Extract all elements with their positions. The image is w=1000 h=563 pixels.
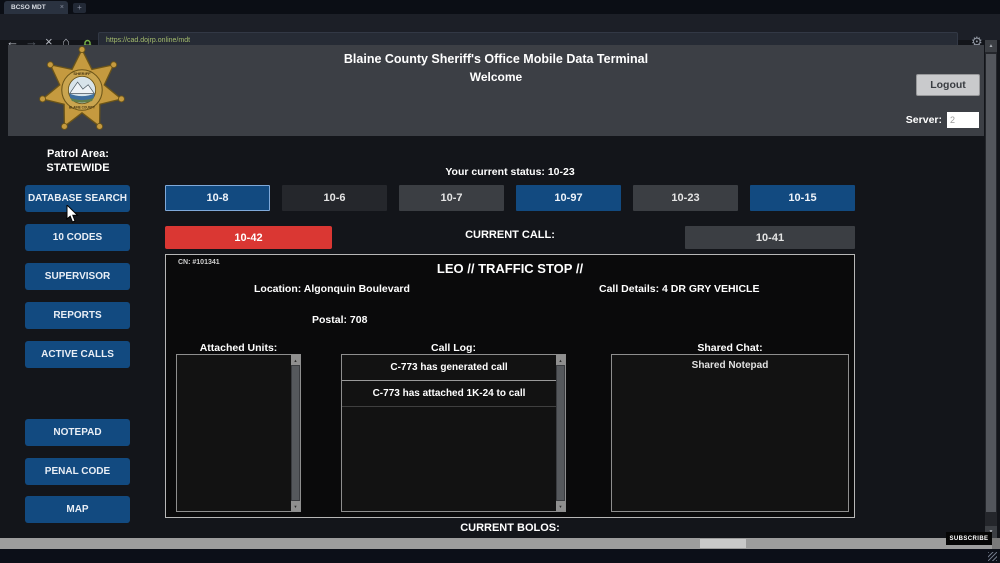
welcome-text: Welcome bbox=[469, 70, 523, 84]
call-log-entry: C-773 has generated call bbox=[342, 355, 556, 381]
subscribe-watermark: SUBSCRIBE bbox=[946, 532, 992, 545]
browser-nav-bar: ← → × ⌂ https://cad.dojrp.online/mdt ⚙ bbox=[0, 14, 1000, 51]
scroll-down-icon[interactable]: ▼ bbox=[291, 501, 300, 511]
shared-chat-text: Shared Notepad bbox=[691, 360, 769, 371]
vertical-scrollbar-thumb[interactable] bbox=[986, 54, 996, 512]
call-log-list[interactable]: C-773 has generated call C-773 has attac… bbox=[341, 354, 566, 512]
scroll-up-icon[interactable]: ▲ bbox=[291, 355, 300, 365]
svg-text:BLAINE COUNTY: BLAINE COUNTY bbox=[69, 105, 96, 109]
call-location: Location: Algonquin Boulevard bbox=[254, 283, 410, 295]
status-button-10-23[interactable]: 10-23 bbox=[633, 185, 738, 211]
current-call-panel: CN: #101341 LEO // TRAFFIC STOP // Locat… bbox=[165, 254, 855, 518]
page-title: Blaine County Sheriff's Office Mobile Da… bbox=[343, 52, 649, 66]
status-button-10-15[interactable]: 10-15 bbox=[750, 185, 855, 211]
mdt-header: SHERIFF BLAINE COUNTY Blaine County Sher… bbox=[8, 45, 984, 136]
current-bolos-label: CURRENT BOLOS: bbox=[460, 522, 560, 534]
sidebar-button-10-codes[interactable]: 10 CODES bbox=[25, 224, 130, 251]
call-title: LEO // TRAFFIC STOP // bbox=[436, 261, 584, 276]
sidebar-button-notepad[interactable]: NOTEPAD bbox=[25, 419, 130, 446]
horizontal-scrollbar-thumb[interactable] bbox=[700, 539, 746, 548]
logout-button[interactable]: Logout bbox=[916, 74, 980, 96]
tab-title: BCSO MDT bbox=[11, 4, 46, 11]
vertical-scrollbar[interactable]: ▲ ▼ bbox=[985, 40, 997, 538]
scrollbar-thumb[interactable] bbox=[557, 366, 564, 500]
sidebar-button-active-calls[interactable]: ACTIVE CALLS bbox=[25, 341, 130, 368]
current-status-text: Your current status: 10-23 bbox=[445, 166, 575, 178]
resize-grip-icon[interactable] bbox=[988, 552, 997, 561]
sidebar-button-reports[interactable]: REPORTS bbox=[25, 302, 130, 329]
shared-chat-label: Shared Chat: bbox=[697, 342, 763, 354]
status-button-10-41[interactable]: 10-41 bbox=[685, 226, 855, 249]
status-button-10-8[interactable]: 10-8 bbox=[165, 185, 270, 211]
patrol-area-label: Patrol Area: bbox=[47, 148, 109, 160]
call-postal: Postal: 708 bbox=[312, 314, 368, 326]
scrollbar-corner bbox=[992, 538, 1000, 549]
sidebar-button-supervisor[interactable]: SUPERVISOR bbox=[25, 263, 130, 290]
attached-units-list[interactable]: ▲ ▼ bbox=[176, 354, 301, 512]
screen: BCSO MDT × + ← → × ⌂ https://cad.dojrp.o… bbox=[0, 0, 1000, 563]
patrol-area-value: STATEWIDE bbox=[46, 162, 110, 174]
status-button-10-42[interactable]: 10-42 bbox=[165, 226, 332, 249]
shared-chat-box[interactable]: Shared Notepad bbox=[611, 354, 849, 512]
status-button-row: 10-8 10-6 10-7 10-97 10-23 10-15 bbox=[165, 185, 855, 211]
attached-units-scrollbar[interactable]: ▲ ▼ bbox=[291, 355, 300, 511]
sidebar-button-map[interactable]: MAP bbox=[25, 496, 130, 523]
browser-tab-bar: BCSO MDT × + bbox=[0, 0, 1000, 14]
horizontal-scrollbar[interactable] bbox=[0, 538, 1000, 549]
status-button-10-6[interactable]: 10-6 bbox=[282, 185, 387, 211]
tab-close-icon[interactable]: × bbox=[60, 4, 64, 11]
call-details: Call Details: 4 DR GRY VEHICLE bbox=[599, 283, 760, 295]
scroll-down-icon[interactable]: ▼ bbox=[556, 501, 565, 511]
sidebar-button-penal-code[interactable]: PENAL CODE bbox=[25, 458, 130, 485]
call-log-label: Call Log: bbox=[431, 342, 476, 354]
scroll-up-icon[interactable]: ▲ bbox=[985, 40, 997, 52]
attached-units-label: Attached Units: bbox=[199, 342, 278, 354]
call-log-entry: C-773 has attached 1K-24 to call bbox=[342, 381, 556, 407]
status-button-10-97[interactable]: 10-97 bbox=[516, 185, 621, 211]
mouse-cursor bbox=[66, 205, 79, 223]
server-label: Server: bbox=[905, 114, 942, 126]
status-button-10-7[interactable]: 10-7 bbox=[399, 185, 504, 211]
scroll-up-icon[interactable]: ▲ bbox=[556, 355, 565, 365]
scrollbar-thumb[interactable] bbox=[292, 366, 299, 500]
server-input[interactable] bbox=[947, 112, 979, 128]
new-tab-button[interactable]: + bbox=[73, 3, 86, 13]
browser-tab[interactable]: BCSO MDT × bbox=[4, 1, 68, 14]
call-log-scrollbar[interactable]: ▲ ▼ bbox=[556, 355, 565, 511]
window-bottom-strip bbox=[0, 549, 1000, 563]
